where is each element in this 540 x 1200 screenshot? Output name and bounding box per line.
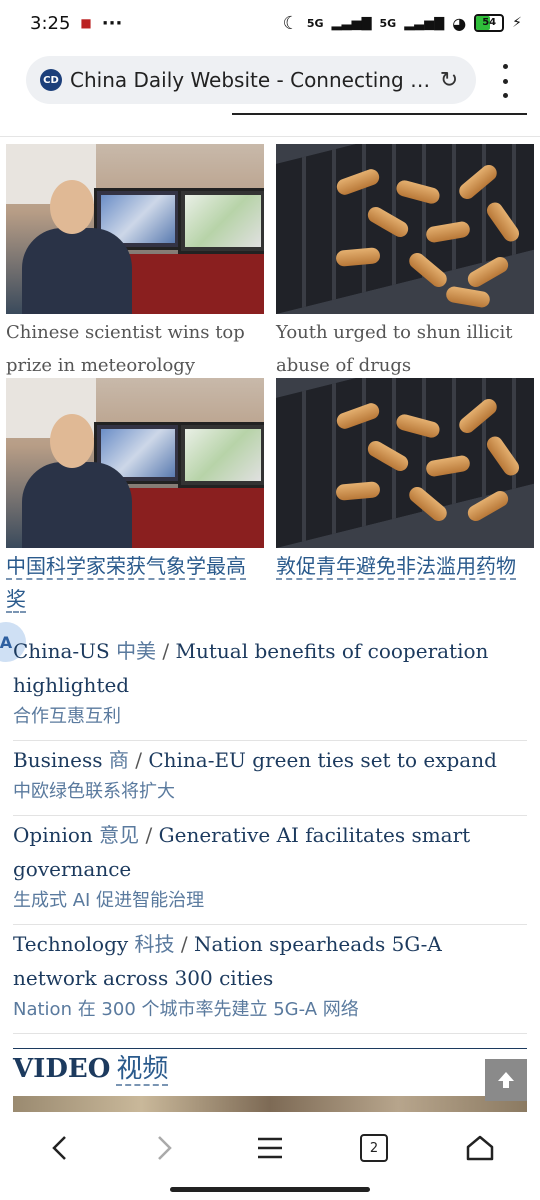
menu-button[interactable] bbox=[246, 1130, 294, 1166]
gesture-bar[interactable] bbox=[170, 1187, 370, 1192]
chevron-left-icon bbox=[52, 1136, 66, 1160]
video-section-heading[interactable]: VIDEO 视频 bbox=[13, 1050, 169, 1088]
more-notifications: ··· bbox=[101, 12, 123, 34]
battery-icon: 54 bbox=[474, 14, 505, 32]
site-logo-icon: CD bbox=[40, 69, 62, 91]
news-category-zh[interactable]: 中美 bbox=[116, 639, 156, 663]
forward-button[interactable] bbox=[140, 1130, 188, 1166]
app-notification-icon: ■ bbox=[80, 16, 92, 30]
news-headline-zh[interactable]: 生成式 AI 促进智能治理 bbox=[13, 886, 527, 916]
news-category[interactable]: Technology bbox=[13, 932, 128, 956]
photo-pill bbox=[444, 285, 492, 309]
clock: 3:25 bbox=[30, 12, 71, 34]
divider bbox=[0, 136, 540, 137]
news-headline-zh[interactable]: Nation 在 300 个城市率先建立 5G-A 网络 bbox=[13, 995, 527, 1025]
photo-monitor bbox=[178, 188, 264, 254]
browser-menu-button[interactable] bbox=[494, 64, 516, 98]
news-category-zh[interactable]: 科技 bbox=[135, 932, 175, 956]
wifi-icon: ◕ bbox=[452, 13, 467, 33]
news-headline-line[interactable]: Technology 科技 / Nation spearheads 5G-A n… bbox=[13, 927, 527, 995]
story-caption-zh-text[interactable]: 敦促青年避免非法滥用药物 bbox=[276, 554, 516, 580]
section-rule bbox=[13, 1048, 527, 1049]
status-bar: 3:25 ■ ··· ☾ 5G ▂▃▅▇ 5G ▂▃▅▇ ◕ 54 ⚡ bbox=[0, 0, 540, 46]
page-title[interactable]: China Daily Website - Connecting China C… bbox=[70, 68, 436, 92]
story-caption-zh[interactable]: 敦促青年避免非法滥用药物 bbox=[276, 550, 534, 583]
back-to-top-button[interactable] bbox=[485, 1059, 527, 1101]
tabs-button[interactable]: 2 bbox=[350, 1130, 398, 1166]
home-button[interactable] bbox=[456, 1130, 504, 1166]
separator: / bbox=[135, 748, 142, 772]
video-label[interactable]: VIDEO bbox=[13, 1054, 110, 1084]
photo-desk bbox=[116, 488, 264, 548]
news-list: China-US 中美 / Mutual benefits of coopera… bbox=[13, 632, 527, 1034]
story-card[interactable]: Youth urged to shun illicit abuse of dru… bbox=[276, 144, 534, 382]
scientist-photo[interactable] bbox=[6, 144, 264, 314]
story-caption-zh-text[interactable]: 中国科学家荣获气象学最高奖 bbox=[6, 554, 246, 613]
address-bar[interactable]: CD China Daily Website - Connecting Chin… bbox=[26, 56, 476, 104]
news-item[interactable]: Technology 科技 / Nation spearheads 5G-A n… bbox=[13, 925, 527, 1034]
news-headline-line[interactable]: Business 商 / China-EU green ties set to … bbox=[13, 743, 527, 777]
signal-icon-2: ▂▃▅▇ bbox=[404, 15, 445, 31]
separator: / bbox=[162, 639, 170, 663]
news-item[interactable]: Business 商 / China-EU green ties set to … bbox=[13, 741, 527, 816]
back-button[interactable] bbox=[36, 1130, 84, 1166]
story-caption[interactable]: Chinese scientist wins top prize in mete… bbox=[6, 316, 264, 382]
pills-photo[interactable] bbox=[276, 144, 534, 314]
news-item[interactable]: China-US 中美 / Mutual benefits of coopera… bbox=[13, 632, 527, 741]
photo-person bbox=[22, 180, 132, 314]
home-icon bbox=[466, 1135, 494, 1161]
video-label-zh[interactable]: 视频 bbox=[116, 1054, 169, 1086]
battery-value: 54 bbox=[482, 17, 497, 28]
menu-dot-icon bbox=[502, 78, 508, 84]
signal-icon-1: ▂▃▅▇ bbox=[331, 15, 372, 31]
menu-dot-icon bbox=[502, 64, 508, 69]
chevron-right-icon bbox=[158, 1136, 172, 1160]
reload-icon[interactable]: ↻ bbox=[436, 67, 462, 93]
photo-monitor bbox=[178, 422, 264, 488]
news-category[interactable]: Opinion bbox=[13, 823, 93, 847]
news-category[interactable]: China-US bbox=[13, 639, 110, 663]
pills-photo[interactable] bbox=[276, 378, 534, 548]
news-headline-line[interactable]: China-US 中美 / Mutual benefits of coopera… bbox=[13, 634, 527, 702]
news-category-zh[interactable]: 商 bbox=[109, 748, 129, 772]
network-label-2: 5G bbox=[379, 16, 397, 30]
story-card[interactable]: Chinese scientist wins top prize in mete… bbox=[6, 144, 264, 382]
scientist-photo[interactable] bbox=[6, 378, 264, 548]
charging-icon: ⚡ bbox=[512, 15, 522, 31]
story-caption-zh[interactable]: 中国科学家荣获气象学最高奖 bbox=[6, 550, 264, 616]
story-caption[interactable]: Youth urged to shun illicit abuse of dru… bbox=[276, 316, 534, 382]
dnd-moon-icon: ☾ bbox=[282, 12, 299, 34]
story-card[interactable]: 敦促青年避免非法滥用药物 bbox=[276, 378, 534, 583]
news-headline-line[interactable]: Opinion 意见 / Generative AI facilitates s… bbox=[13, 818, 527, 886]
menu-dot-icon bbox=[502, 93, 508, 98]
hamburger-icon bbox=[258, 1137, 282, 1159]
news-item[interactable]: Opinion 意见 / Generative AI facilitates s… bbox=[13, 816, 527, 925]
photo-desk bbox=[116, 254, 264, 314]
header-rule bbox=[232, 113, 527, 115]
story-card[interactable]: 中国科学家荣获气象学最高奖 bbox=[6, 378, 264, 616]
news-category[interactable]: Business bbox=[13, 748, 102, 772]
network-label-1: 5G bbox=[306, 16, 324, 30]
news-headline[interactable]: China-EU green ties set to expand bbox=[148, 748, 497, 772]
news-headline-zh[interactable]: 合作互惠互利 bbox=[13, 702, 527, 732]
news-category-zh[interactable]: 意见 bbox=[99, 823, 139, 847]
arrow-up-icon bbox=[498, 1072, 514, 1088]
separator: / bbox=[145, 823, 153, 847]
news-headline-zh[interactable]: 中欧绿色联系将扩大 bbox=[13, 777, 527, 807]
tabs-icon: 2 bbox=[360, 1134, 388, 1162]
tab-count: 2 bbox=[369, 1140, 379, 1156]
separator: / bbox=[180, 932, 188, 956]
photo-person bbox=[22, 414, 132, 548]
video-thumbnail[interactable] bbox=[13, 1096, 527, 1112]
